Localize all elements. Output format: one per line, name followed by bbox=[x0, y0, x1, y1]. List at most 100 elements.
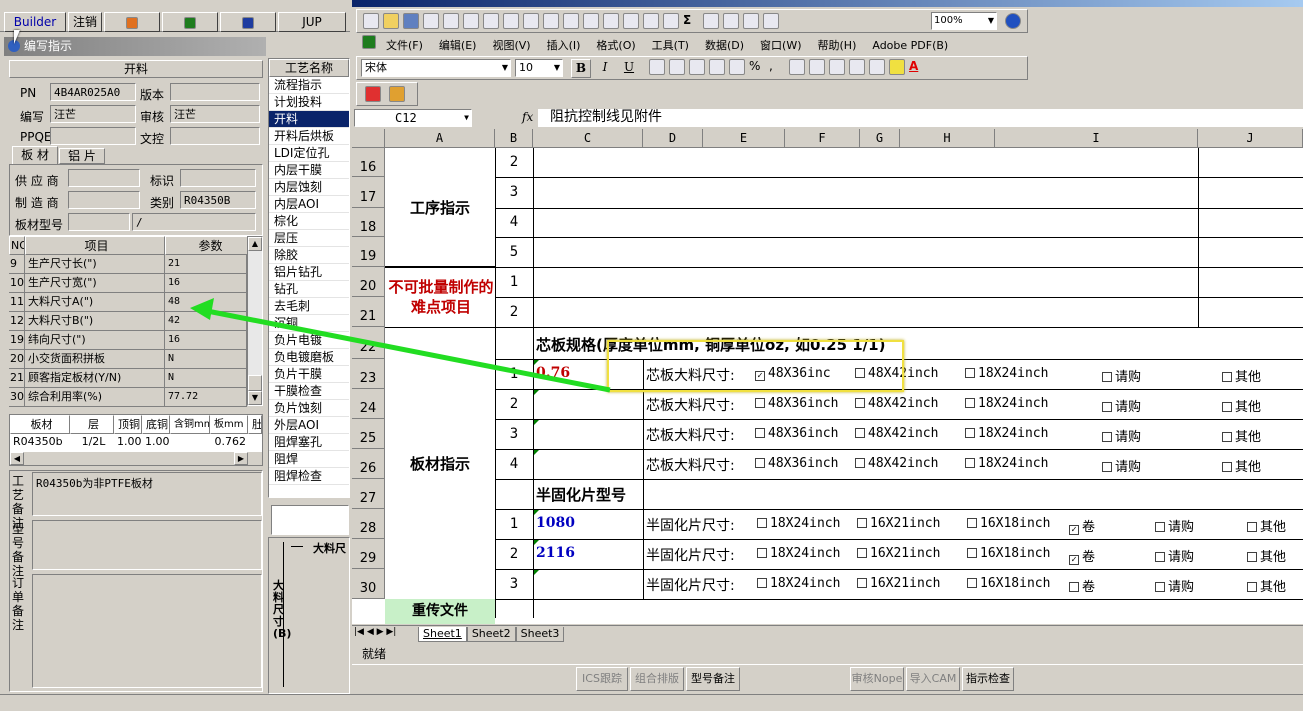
increase-decimal-icon[interactable] bbox=[789, 59, 805, 75]
option-checkbox[interactable]: 48X42inch bbox=[855, 396, 938, 411]
option-checkbox[interactable]: 其他 bbox=[1222, 396, 1261, 415]
checkbox-icon[interactable] bbox=[855, 428, 865, 438]
select-all-corner[interactable] bbox=[352, 129, 385, 148]
ppt-button[interactable] bbox=[104, 12, 160, 32]
print-icon[interactable] bbox=[463, 13, 479, 29]
column-header[interactable]: D bbox=[643, 129, 703, 148]
checkbox-icon[interactable] bbox=[757, 578, 767, 588]
builder-button[interactable]: Builder bbox=[4, 12, 66, 32]
menu-item[interactable]: 文件(F) bbox=[386, 39, 423, 52]
board-hscrollbar[interactable]: ◀ ▶ bbox=[10, 451, 262, 465]
checkbox-icon[interactable] bbox=[1222, 462, 1232, 472]
option-checkbox[interactable]: 16X18inch bbox=[967, 546, 1050, 561]
spell-icon[interactable] bbox=[503, 13, 519, 29]
option-checkbox[interactable]: 18X24inch bbox=[757, 546, 840, 561]
menu-item[interactable]: Adobe PDF(B) bbox=[872, 39, 948, 52]
row-number[interactable]: 3 bbox=[495, 569, 533, 599]
checkbox-icon[interactable] bbox=[857, 578, 867, 588]
process-item[interactable]: 流程指示 bbox=[269, 77, 349, 94]
process-item[interactable]: 层压 bbox=[269, 230, 349, 247]
supplier-field[interactable] bbox=[68, 169, 140, 187]
checked-box-icon[interactable]: ✓ bbox=[1069, 525, 1079, 535]
checkbox-icon[interactable] bbox=[965, 398, 975, 408]
author-field[interactable]: 汪芒 bbox=[50, 105, 136, 123]
column-header[interactable]: H bbox=[900, 129, 995, 148]
b-number[interactable]: 4 bbox=[495, 208, 533, 237]
tab-aluminum[interactable]: 铝 片 bbox=[59, 148, 105, 164]
option-checkbox[interactable]: 18X24inch bbox=[965, 396, 1048, 411]
chart-icon[interactable] bbox=[743, 13, 759, 29]
copy-icon[interactable] bbox=[563, 13, 579, 29]
scroll-left-icon[interactable]: ◀ bbox=[10, 452, 24, 465]
ppqe-field[interactable] bbox=[50, 127, 136, 145]
option-checkbox[interactable]: 48X42inch bbox=[855, 426, 938, 441]
sheet-tab[interactable]: Sheet1 bbox=[418, 627, 467, 642]
option-checkbox[interactable]: 请购 bbox=[1155, 516, 1194, 535]
undo-icon[interactable] bbox=[623, 13, 639, 29]
sheet-nav-icons[interactable]: |◀ ◀ ▶ ▶| bbox=[354, 627, 396, 637]
column-header[interactable]: I bbox=[995, 129, 1198, 148]
row-value[interactable]: 1080 bbox=[536, 515, 575, 531]
option-checkbox[interactable]: 请购 bbox=[1102, 456, 1141, 475]
redo-icon[interactable] bbox=[643, 13, 659, 29]
align-center-icon[interactable] bbox=[669, 59, 685, 75]
reviewer-field[interactable]: 汪芒 bbox=[170, 105, 260, 123]
formula-input[interactable]: 阻抗控制线见附件 bbox=[538, 109, 1303, 127]
process-remark-field[interactable]: R04350b为非PTFE板材 bbox=[32, 472, 262, 516]
checkbox-icon[interactable] bbox=[755, 458, 765, 468]
currency-icon[interactable] bbox=[729, 59, 745, 75]
row-header[interactable]: 30 bbox=[352, 569, 385, 599]
menu-item[interactable]: 工具(T) bbox=[652, 39, 689, 52]
process-item[interactable]: 外层AOI bbox=[269, 417, 349, 434]
option-checkbox[interactable]: 48X36inch bbox=[755, 426, 838, 441]
checkbox-icon[interactable] bbox=[1222, 432, 1232, 442]
checkbox-icon[interactable] bbox=[967, 578, 977, 588]
b-number[interactable]: 5 bbox=[495, 237, 533, 267]
row-header[interactable]: 29 bbox=[352, 539, 385, 569]
pdf-email-icon[interactable] bbox=[389, 86, 405, 102]
category-field[interactable]: R04350B bbox=[180, 191, 256, 209]
name-box[interactable]: C12 ▼ bbox=[354, 109, 472, 127]
checkbox-icon[interactable] bbox=[1069, 582, 1079, 592]
checkbox-icon[interactable] bbox=[855, 398, 865, 408]
import-cam-button[interactable]: 导入CAM bbox=[906, 667, 960, 691]
checkbox-icon[interactable] bbox=[757, 548, 767, 558]
checkbox-icon[interactable] bbox=[965, 428, 975, 438]
option-checkbox[interactable]: 请购 bbox=[1155, 546, 1194, 565]
process-item[interactable]: LDI定位孔 bbox=[269, 145, 349, 162]
checkbox-icon[interactable] bbox=[855, 458, 865, 468]
row-header[interactable]: 25 bbox=[352, 419, 385, 449]
drawing-icon[interactable] bbox=[763, 13, 779, 29]
option-checkbox[interactable]: 16X21inch bbox=[857, 546, 940, 561]
process-item[interactable]: 棕化 bbox=[269, 213, 349, 230]
b-number[interactable]: 2 bbox=[495, 148, 533, 177]
font-color-icon[interactable]: A bbox=[909, 59, 925, 75]
underline-button[interactable]: U bbox=[619, 59, 639, 78]
checkbox-icon[interactable] bbox=[755, 428, 765, 438]
new-icon[interactable] bbox=[363, 13, 379, 29]
checkbox-icon[interactable] bbox=[1222, 402, 1232, 412]
checked-box-icon[interactable]: ✓ bbox=[1069, 555, 1079, 565]
pdf-convert-icon[interactable] bbox=[365, 86, 381, 102]
column-header[interactable]: F bbox=[785, 129, 860, 148]
option-checkbox[interactable]: 48X36inch bbox=[755, 456, 838, 471]
permission-icon[interactable] bbox=[423, 13, 439, 29]
checkbox-icon[interactable] bbox=[857, 518, 867, 528]
menu-item[interactable]: 帮助(H) bbox=[818, 39, 857, 52]
mark-field[interactable] bbox=[180, 169, 256, 187]
option-checkbox[interactable]: 请购 bbox=[1102, 426, 1141, 445]
option-checkbox[interactable]: 请购 bbox=[1102, 396, 1141, 415]
pn-field[interactable]: 4B4AR025A0 bbox=[50, 83, 136, 101]
menu-item[interactable]: 格式(O) bbox=[596, 39, 635, 52]
option-checkbox[interactable]: 48X42inch bbox=[855, 456, 938, 471]
percent-icon[interactable]: % bbox=[749, 59, 765, 75]
option-checkbox[interactable]: 16X18inch bbox=[967, 516, 1050, 531]
row-header[interactable]: 27 bbox=[352, 479, 385, 509]
checkbox-icon[interactable] bbox=[1155, 582, 1165, 592]
process-input[interactable] bbox=[271, 505, 349, 535]
option-checkbox[interactable]: 其他 bbox=[1247, 546, 1286, 565]
checkbox-icon[interactable] bbox=[1247, 582, 1257, 592]
option-checkbox[interactable]: 16X21inch bbox=[857, 576, 940, 591]
option-checkbox[interactable]: 16X18inch bbox=[967, 576, 1050, 591]
process-item[interactable]: 负片蚀刻 bbox=[269, 400, 349, 417]
